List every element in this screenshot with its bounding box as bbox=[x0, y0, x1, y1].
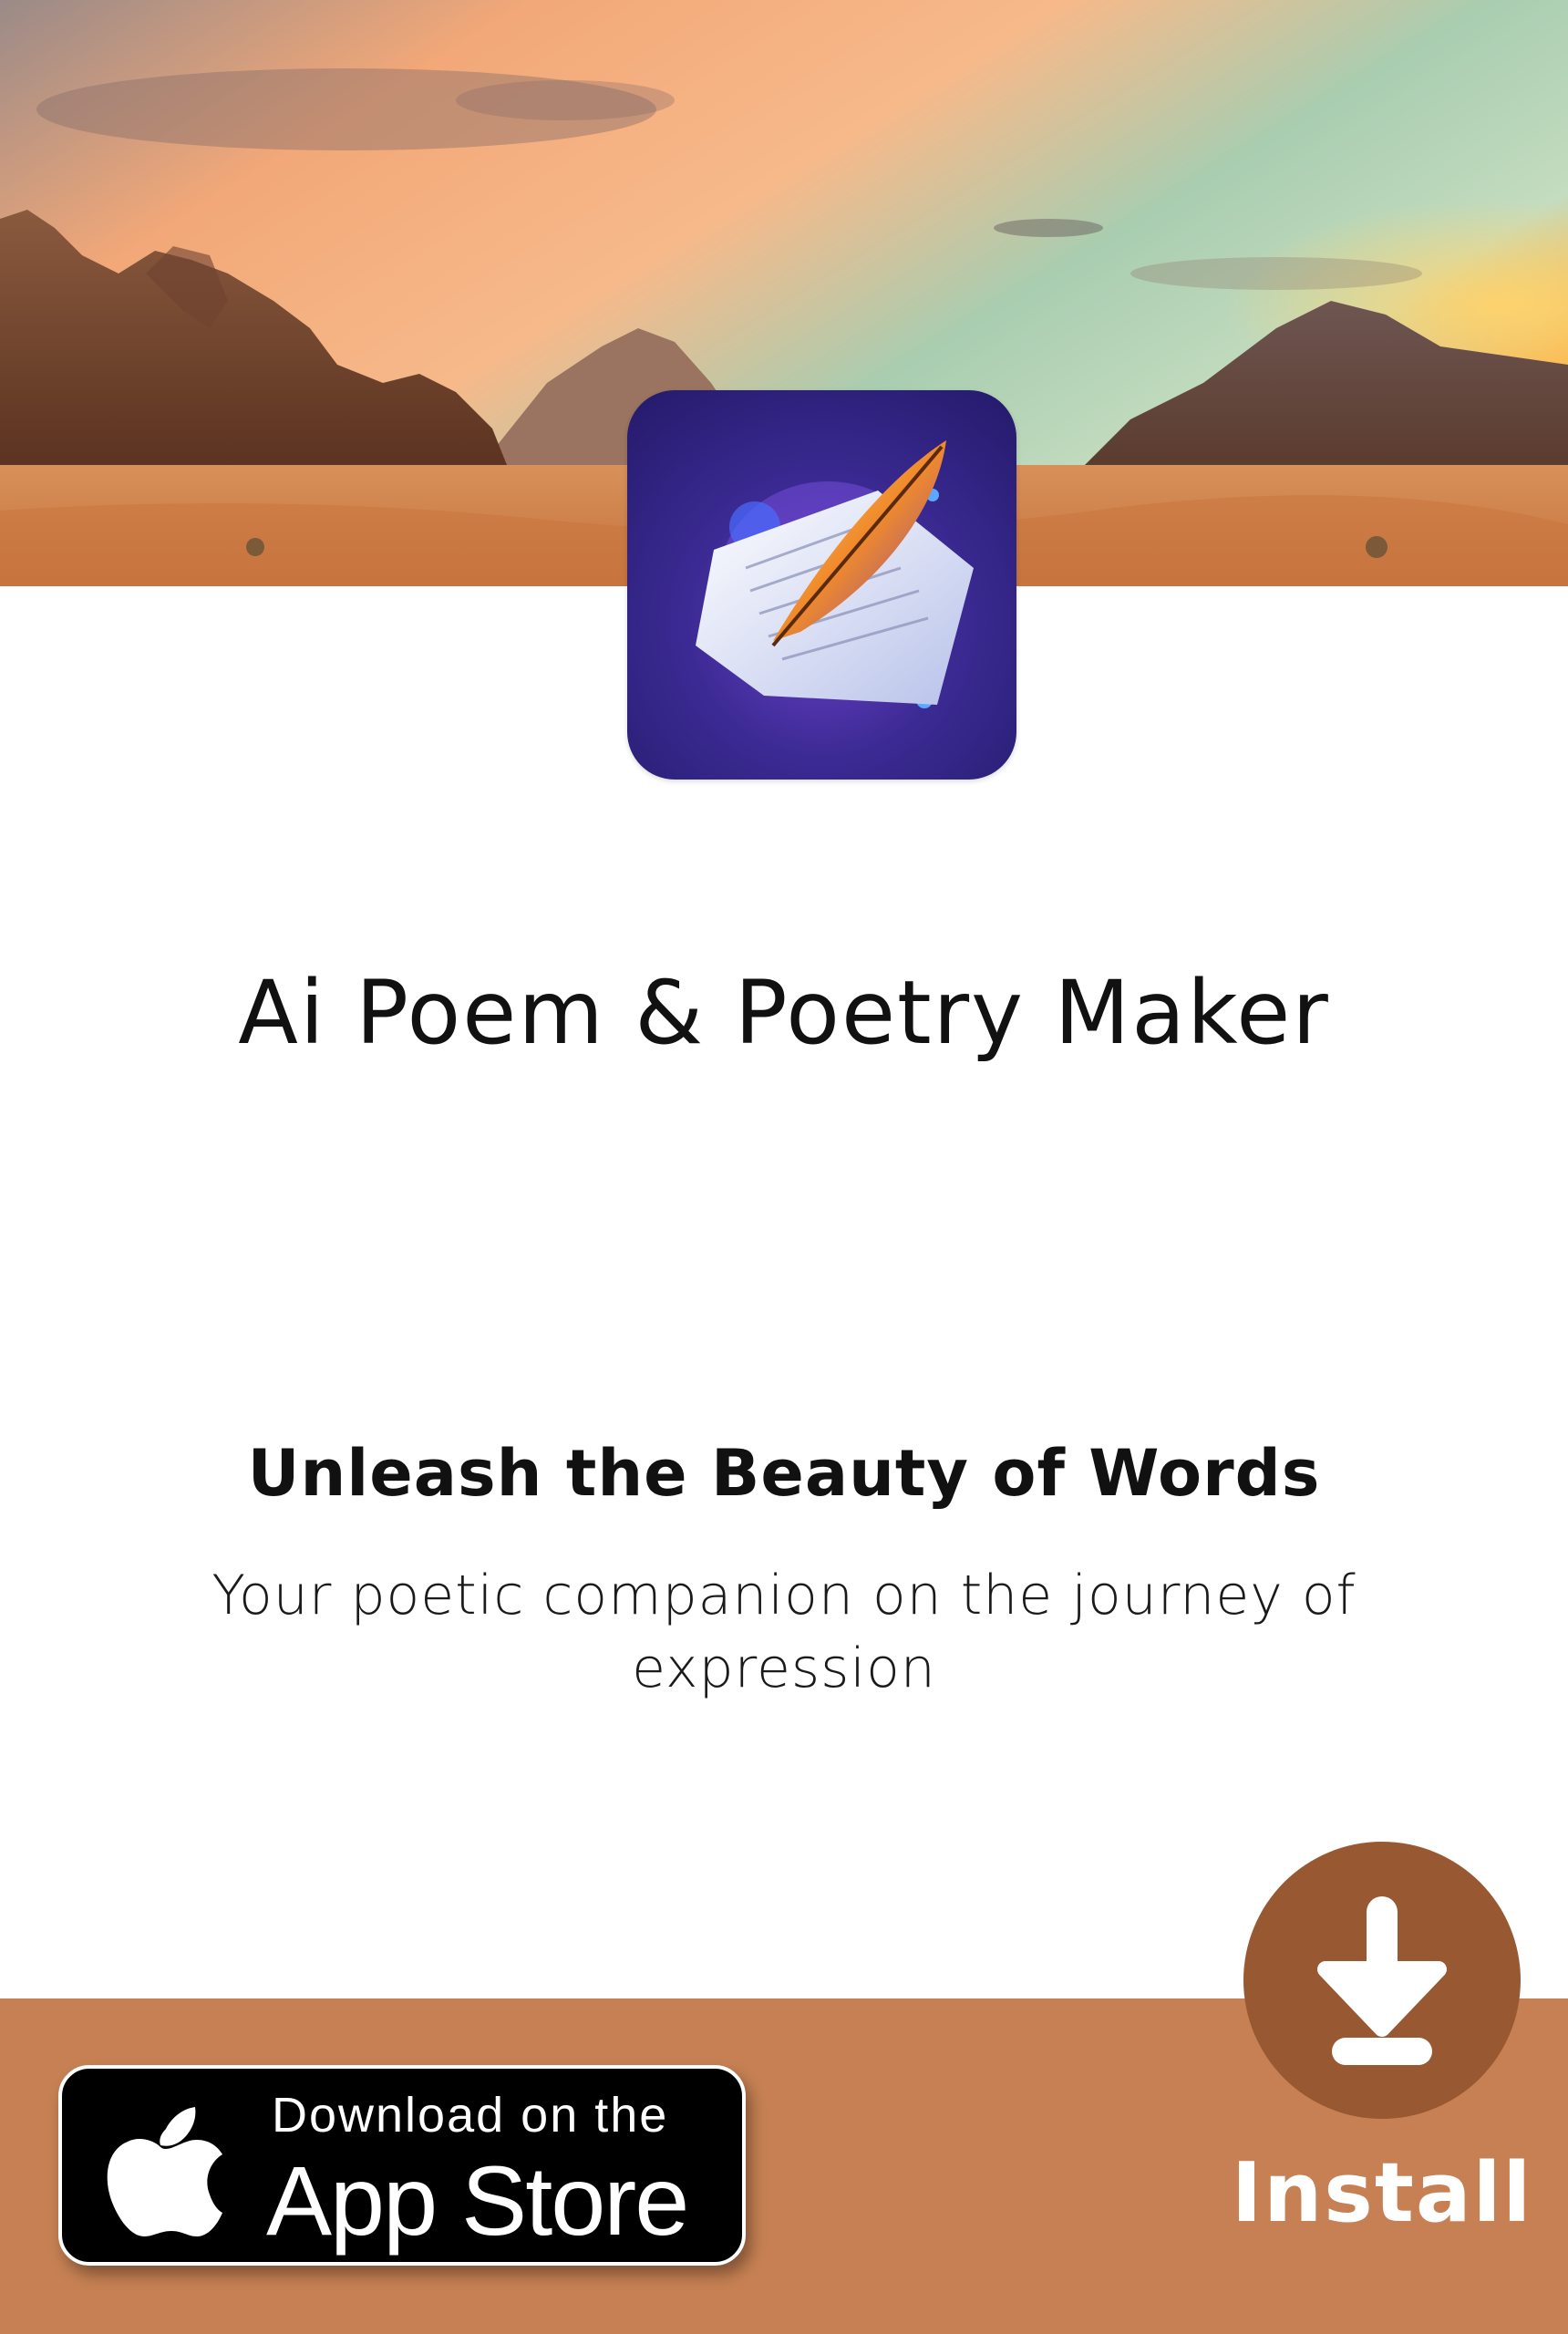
quill-on-paper-icon bbox=[696, 440, 974, 708]
subtitle: Your poetic companion on the journey of … bbox=[211, 1564, 1357, 1700]
badge-large-text: App Store bbox=[266, 2145, 689, 2256]
app-title: Ai Poem & Poetry Maker bbox=[238, 962, 1330, 1064]
app-icon bbox=[627, 390, 1016, 780]
badge-small-text: Download on the bbox=[272, 2088, 669, 2143]
apple-logo-icon bbox=[107, 2107, 222, 2236]
download-arrow-icon bbox=[1317, 1896, 1447, 2065]
install-button[interactable] bbox=[1243, 1842, 1521, 2119]
app-store-badge-button[interactable]: Download on the App Store bbox=[58, 2065, 746, 2266]
install-label[interactable]: Install bbox=[1222, 2145, 1542, 2241]
tagline: Unleash the Beauty of Words bbox=[247, 1436, 1321, 1511]
